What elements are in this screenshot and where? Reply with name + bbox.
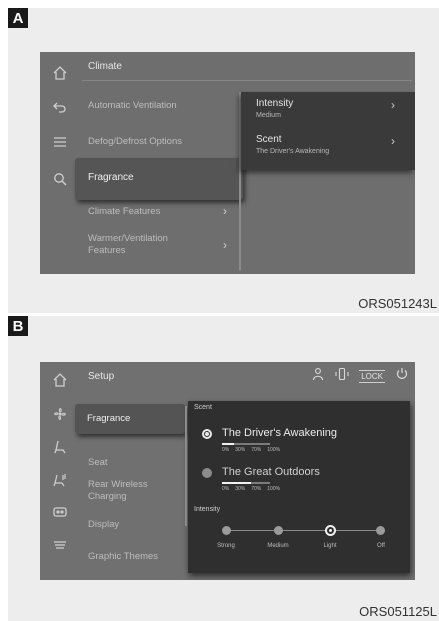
warmer-ventilation-line2: Features	[88, 245, 126, 256]
page-title: Setup	[88, 371, 115, 382]
intensity-section-label: Intensity	[194, 506, 221, 513]
power-icon[interactable]	[395, 367, 409, 386]
submenu-scent-label[interactable]: Scent	[256, 134, 282, 145]
intensity-slider-track[interactable]	[222, 530, 382, 531]
phone-connect-icon[interactable]	[335, 367, 349, 386]
tick-label: 0%	[222, 486, 230, 492]
menu-item-graphic-themes[interactable]: Graphic Themes	[88, 551, 158, 563]
radio-button-icon[interactable]	[202, 429, 212, 439]
menu-item-display[interactable]: Display	[88, 519, 119, 531]
intensity-stop-medium[interactable]	[274, 526, 283, 535]
tick-label: 0%	[222, 447, 230, 453]
submenu-intensity-value: Medium	[256, 112, 281, 119]
climate-screen: Climate Automatic Ventilation Defog/Defr…	[40, 52, 415, 274]
icon-rail	[40, 52, 80, 274]
intensity-stop-strong[interactable]	[222, 526, 231, 535]
fragrance-submenu: Intensity Medium › Scent The Driver's Aw…	[241, 92, 415, 170]
home-icon[interactable]	[50, 63, 70, 83]
fragrance-settings-panel: Scent The Driver's Awakening 0% 30% 70% …	[188, 401, 410, 573]
seat-heat-icon[interactable]	[50, 470, 70, 490]
intensity-stop-light[interactable]	[325, 525, 336, 536]
tick-label: 70%	[251, 447, 262, 453]
defrost-icon[interactable]	[50, 534, 70, 554]
chevron-right-icon: ›	[223, 238, 227, 252]
chevron-right-icon[interactable]: ›	[391, 134, 395, 148]
search-icon[interactable]	[50, 169, 70, 189]
panel-letter-a: A	[8, 8, 28, 28]
figure-code-a: ORS051243L	[358, 296, 437, 311]
chevron-right-icon: ›	[223, 204, 227, 218]
scent-name: The Driver's Awakening	[222, 427, 338, 439]
intensity-label-off: Off	[377, 543, 385, 549]
submenu-intensity-label[interactable]: Intensity	[256, 98, 293, 109]
menu-icon[interactable]	[50, 132, 70, 152]
menu-item-automatic-ventilation[interactable]: Automatic Ventilation	[88, 100, 177, 112]
page-title: Climate	[88, 61, 122, 72]
scent-name: The Great Outdoors	[222, 466, 320, 478]
tick-label: 100%	[267, 486, 281, 492]
scent-option[interactable]: The Driver's Awakening 0% 30% 70% 100%	[198, 427, 408, 457]
header-divider	[82, 80, 412, 81]
menu-item-defog-defrost[interactable]: Defog/Defrost Options	[88, 136, 182, 148]
scent-option[interactable]: The Great Outdoors 0% 30% 70% 100%	[198, 466, 408, 496]
menu-item-seat[interactable]: Seat	[88, 457, 108, 469]
fan-icon[interactable]	[50, 404, 70, 424]
intensity-label-light: Light	[323, 543, 337, 549]
back-icon[interactable]	[50, 97, 70, 117]
menu-item-climate-features[interactable]: Climate Features	[88, 206, 160, 218]
scent-level-ticks: 0% 30% 70% 100%	[222, 486, 280, 492]
tick-label: 30%	[235, 447, 246, 453]
person-icon[interactable]	[311, 367, 325, 386]
menu-item-fragrance-label: Fragrance	[88, 172, 134, 183]
menu-item-warmer-ventilation[interactable]: Warmer/Ventilation Features	[88, 233, 168, 257]
scent-section-label: Scent	[194, 404, 212, 411]
scent-level-fill	[222, 482, 251, 484]
menu-item-fragrance[interactable]: Fragrance	[75, 404, 185, 434]
intensity-label-medium: Medium	[267, 543, 289, 549]
scent-level-bar	[222, 482, 270, 484]
lock-badge[interactable]: LOCK	[359, 369, 385, 383]
warmer-ventilation-line1: Warmer/Ventilation	[88, 233, 168, 244]
menu-item-rear-wireless-charging[interactable]: Rear Wireless Charging	[88, 479, 148, 503]
intensity-label-strong: Strong	[217, 543, 235, 549]
seat-icon[interactable]	[50, 437, 70, 457]
panel-b: B Setup LOCK Fragrance Seat Rear Wireles…	[8, 316, 439, 621]
tick-label: 30%	[235, 486, 246, 492]
setup-screen: Setup LOCK Fragrance Seat Rear Wireless …	[40, 362, 415, 580]
radio-button-icon[interactable]	[202, 468, 212, 478]
scent-level-bar	[222, 443, 270, 445]
tick-label: 100%	[267, 447, 281, 453]
menu-item-fragrance-label: Fragrance	[87, 413, 131, 424]
camera-icon[interactable]	[50, 502, 70, 522]
home-icon[interactable]	[50, 370, 70, 390]
panel-a: A Climate Automatic Ventilation Defog/De…	[8, 8, 439, 313]
menu-item-fragrance[interactable]: Fragrance	[75, 158, 243, 200]
intensity-stop-off[interactable]	[376, 526, 385, 535]
panel-letter-b: B	[8, 316, 28, 336]
scent-level-fill	[222, 443, 234, 445]
rear-wireless-line1: Rear Wireless	[88, 479, 148, 490]
rear-wireless-line2: Charging	[88, 491, 127, 502]
submenu-scent-value: The Driver's Awakening	[256, 148, 330, 155]
tick-label: 70%	[251, 486, 262, 492]
scent-level-ticks: 0% 30% 70% 100%	[222, 447, 280, 453]
scrollbar[interactable]	[185, 406, 187, 526]
icon-rail	[40, 362, 80, 580]
figure-code-b: ORS051125L	[359, 604, 437, 619]
chevron-right-icon[interactable]: ›	[391, 98, 395, 112]
status-bar: LOCK	[311, 367, 409, 385]
